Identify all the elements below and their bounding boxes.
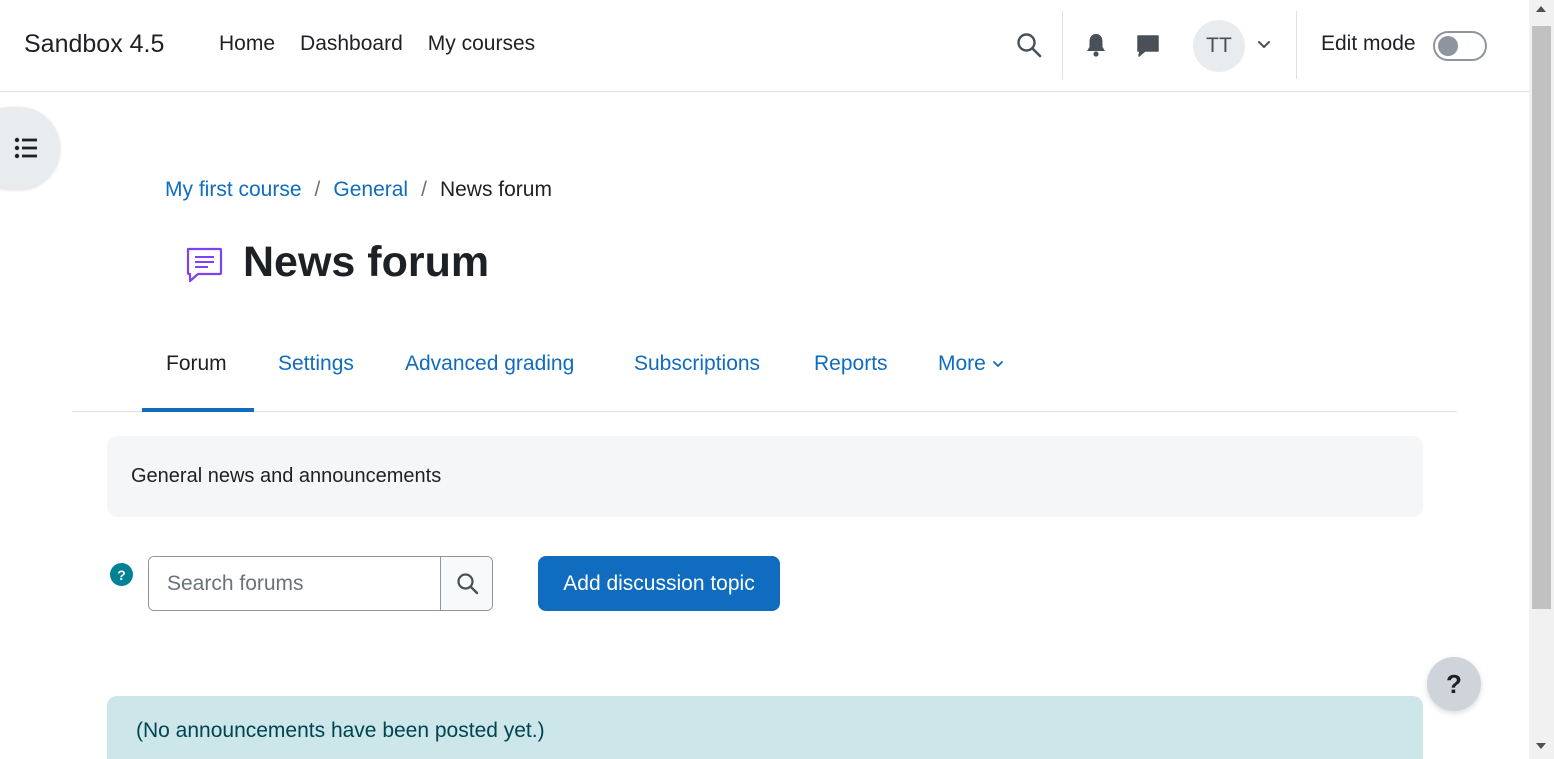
chevron-down-icon <box>992 361 1003 368</box>
tab-more[interactable]: More <box>938 352 1004 376</box>
vertical-scrollbar[interactable] <box>1529 0 1554 759</box>
floating-help-button[interactable]: ? <box>1427 657 1481 711</box>
breadcrumb-current: News forum <box>439 178 552 201</box>
primary-navigation: Home Dashboard My courses <box>219 32 535 56</box>
top-navbar: Sandbox 4.5 Home Dashboard My courses TT… <box>0 0 1529 92</box>
breadcrumb-separator: / <box>421 178 427 201</box>
search-icon <box>457 573 479 595</box>
search-forums-group <box>148 556 493 611</box>
alert-text: (No announcements have been posted yet.) <box>136 719 545 742</box>
tab-forum[interactable]: Forum <box>166 352 227 376</box>
forum-icon <box>184 245 224 285</box>
search-icon[interactable] <box>1016 32 1042 58</box>
help-icon[interactable]: ? <box>110 563 133 586</box>
tab-settings[interactable]: Settings <box>278 352 354 376</box>
bell-icon[interactable] <box>1084 32 1108 58</box>
user-avatar[interactable]: TT <box>1193 20 1245 72</box>
scroll-up-arrow-icon[interactable] <box>1536 6 1546 12</box>
navbar-divider <box>1296 11 1297 79</box>
search-forums-input[interactable] <box>149 557 440 610</box>
breadcrumb-link-course[interactable]: My first course <box>165 178 302 202</box>
navbar-divider <box>1062 11 1063 79</box>
nav-link-my-courses[interactable]: My courses <box>428 32 535 56</box>
site-brand[interactable]: Sandbox 4.5 <box>24 30 164 59</box>
edit-mode-label: Edit mode <box>1321 32 1416 55</box>
active-tab-indicator <box>142 408 254 412</box>
list-icon <box>14 137 37 159</box>
course-index-toggle[interactable] <box>0 107 60 189</box>
tab-advanced-grading[interactable]: Advanced grading <box>405 352 574 376</box>
breadcrumb: My first course / General / News forum <box>165 178 552 202</box>
no-announcements-alert: (No announcements have been posted yet.) <box>107 696 1423 759</box>
add-discussion-topic-button[interactable]: Add discussion topic <box>538 556 780 611</box>
secondary-navigation: Forum Settings Advanced grading Subscrip… <box>72 330 1457 412</box>
page-title: News forum <box>243 238 490 286</box>
chat-bubble-icon[interactable] <box>1135 33 1161 59</box>
nav-link-home[interactable]: Home <box>219 32 275 56</box>
search-submit-button[interactable] <box>440 557 492 610</box>
forum-intro-text: General news and announcements <box>131 465 442 487</box>
tab-more-label: More <box>938 352 986 375</box>
chevron-down-icon[interactable] <box>1256 38 1272 52</box>
scrollbar-thumb[interactable] <box>1532 26 1551 609</box>
breadcrumb-link-section[interactable]: General <box>333 178 408 202</box>
tab-reports[interactable]: Reports <box>814 352 888 376</box>
nav-link-dashboard[interactable]: Dashboard <box>300 32 403 56</box>
breadcrumb-separator: / <box>314 178 321 201</box>
tab-subscriptions[interactable]: Subscriptions <box>634 352 760 376</box>
edit-mode-toggle[interactable] <box>1433 31 1487 61</box>
scroll-down-arrow-icon[interactable] <box>1536 743 1546 749</box>
forum-intro: General news and announcements <box>107 436 1423 517</box>
toggle-knob <box>1438 36 1458 56</box>
